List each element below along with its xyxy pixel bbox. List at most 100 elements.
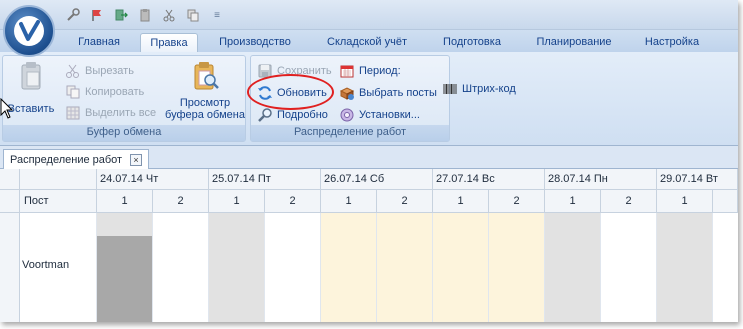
tab-preparation[interactable]: Подготовка <box>430 33 514 52</box>
logo-icon <box>14 16 44 46</box>
document-tab[interactable]: Распределение работ × <box>3 149 149 169</box>
wrench-icon[interactable] <box>64 6 82 24</box>
distribution-group: Сохранить Обновить Подробно Период: Выбр… <box>250 55 450 142</box>
barcode-label: Штрих-код <box>462 83 516 95</box>
cut-label: Вырезать <box>85 65 134 77</box>
cut-button[interactable]: Вырезать <box>65 62 134 80</box>
shift-cell[interactable] <box>209 213 265 322</box>
paste-button[interactable]: Вставить <box>7 60 55 115</box>
app-window: ≡ Главная Правка Производство Складской … <box>0 0 738 322</box>
shift-cell-occupied[interactable] <box>97 213 153 322</box>
copy-icon[interactable] <box>184 6 202 24</box>
copy-label: Копировать <box>85 86 145 98</box>
settings-button[interactable]: Установки... <box>339 106 420 124</box>
ribbon-tabs: Главная Правка Производство Складской уч… <box>0 30 738 52</box>
shift-header-overflow <box>713 190 738 212</box>
distribution-group-label: Распределение работ <box>251 125 449 141</box>
date-header: 25.07.14 Пт <box>209 169 321 189</box>
settings-label: Установки... <box>359 109 420 121</box>
title-bar: ≡ <box>0 0 738 30</box>
shift-cell[interactable] <box>545 213 601 322</box>
paste-label: Вставить <box>7 103 55 115</box>
barcode-icon <box>442 81 458 97</box>
date-header: 27.07.14 Вс <box>433 169 545 189</box>
clipboard-view-icon <box>189 60 221 95</box>
shift-cell-weekend[interactable] <box>377 213 433 322</box>
select-all-label: Выделить все <box>85 107 157 119</box>
tab-main[interactable]: Главная <box>62 33 136 52</box>
ribbon: Вставить Вырезать Копировать Выделить вс… <box>0 52 738 146</box>
document-tab-strip: Распределение работ × <box>0 146 738 169</box>
select-all-icon <box>65 105 81 121</box>
period-button[interactable]: Период: <box>339 62 401 80</box>
document-tab-title: Распределение работ <box>10 153 123 166</box>
post-name: Voortman <box>22 259 70 271</box>
shift-cell-weekend[interactable] <box>321 213 377 322</box>
posts-icon <box>339 85 355 101</box>
quick-access-toolbar: ≡ <box>64 6 226 24</box>
barcode-button[interactable]: Штрих-код <box>442 80 516 98</box>
shift-cell-weekend[interactable] <box>433 213 489 322</box>
shift-header: 1 <box>97 190 153 212</box>
clipboard-group-label: Буфер обмена <box>3 125 245 141</box>
row-indicator <box>0 213 20 322</box>
shift-header: 2 <box>377 190 433 212</box>
tab-settings[interactable]: Настройка <box>632 33 712 52</box>
shift-header: 2 <box>265 190 321 212</box>
shift-cell[interactable] <box>601 213 657 322</box>
select-all-button[interactable]: Выделить все <box>65 104 156 122</box>
select-posts-button[interactable]: Выбрать посты <box>339 84 437 102</box>
magnifier-icon <box>257 107 273 123</box>
mouse-cursor-icon <box>0 98 14 119</box>
shift-header: 2 <box>489 190 545 212</box>
copy-icon <box>65 84 81 100</box>
select-posts-label: Выбрать посты <box>359 87 437 99</box>
flag-icon[interactable] <box>88 6 106 24</box>
shift-cell[interactable] <box>265 213 321 322</box>
dropdown-icon[interactable]: ≡ <box>208 6 226 24</box>
shift-header: 1 <box>209 190 265 212</box>
date-header: 24.07.14 Чт <box>97 169 209 189</box>
shift-cell[interactable] <box>153 213 209 322</box>
period-label: Период: <box>359 65 401 77</box>
row-indicator-header <box>0 190 20 212</box>
close-icon[interactable]: × <box>130 153 142 166</box>
clipboard-icon[interactable] <box>136 6 154 24</box>
calendar-icon <box>339 63 355 79</box>
paste-icon <box>15 60 47 95</box>
date-header: 29.07.14 Вт <box>657 169 738 189</box>
shift-header-row: Пост 1 2 1 2 1 2 1 2 1 2 1 <box>0 190 738 213</box>
refresh-label: Обновить <box>277 87 327 99</box>
tab-production[interactable]: Производство <box>206 33 304 52</box>
settings-gear-icon <box>339 107 355 123</box>
view-clipboard-label: Просмотр буфера обмена <box>165 97 245 121</box>
refresh-button[interactable]: Обновить <box>257 84 327 102</box>
shift-header: 1 <box>321 190 377 212</box>
scissors-icon <box>65 63 81 79</box>
shift-cell-weekend[interactable] <box>489 213 545 322</box>
save-button[interactable]: Сохранить <box>257 62 332 80</box>
tab-edit[interactable]: Правка <box>140 33 198 52</box>
shift-header: 1 <box>657 190 713 212</box>
shift-header: 1 <box>433 190 489 212</box>
cut-icon[interactable] <box>160 6 178 24</box>
details-button[interactable]: Подробно <box>257 106 328 124</box>
exit-icon[interactable] <box>112 6 130 24</box>
post-column-header[interactable]: Пост <box>20 190 97 212</box>
save-label: Сохранить <box>277 65 332 77</box>
grid-row: Voortman <box>0 213 738 322</box>
clipboard-group: Вставить Вырезать Копировать Выделить вс… <box>2 55 246 142</box>
copy-button[interactable]: Копировать <box>65 83 144 101</box>
tab-planning[interactable]: Планирование <box>526 33 622 52</box>
corner-cell <box>0 169 20 189</box>
app-menu-button[interactable] <box>3 5 55 57</box>
date-header-row: 24.07.14 Чт 25.07.14 Пт 26.07.14 Сб 27.0… <box>0 169 738 190</box>
shift-cell[interactable] <box>657 213 713 322</box>
shift-header: 2 <box>601 190 657 212</box>
view-clipboard-button[interactable]: Просмотр буфера обмена <box>165 60 245 121</box>
shift-header: 2 <box>153 190 209 212</box>
post-header-spacer <box>20 169 97 189</box>
shift-header: 1 <box>545 190 601 212</box>
tab-warehouse[interactable]: Складской учёт <box>314 33 420 52</box>
date-header: 26.07.14 Сб <box>321 169 433 189</box>
